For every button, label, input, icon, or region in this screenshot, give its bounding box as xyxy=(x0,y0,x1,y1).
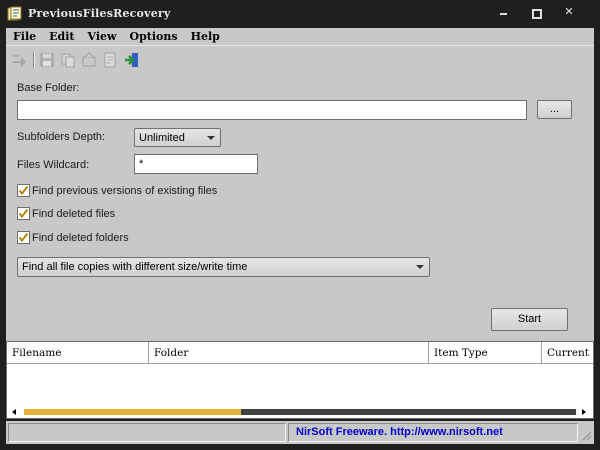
column-header-filename[interactable]: Filename xyxy=(7,342,149,364)
scroll-left-icon[interactable] xyxy=(12,409,16,415)
scrollbar-track[interactable] xyxy=(241,409,576,415)
find-previous-versions-label: Find previous versions of existing files xyxy=(32,184,218,197)
window-title: PreviousFilesRecovery xyxy=(28,7,171,20)
minimize-button[interactable] xyxy=(490,2,518,22)
find-previous-versions-checkbox[interactable] xyxy=(17,184,30,197)
find-deleted-files-label: Find deleted files xyxy=(32,207,116,220)
base-folder-input[interactable] xyxy=(17,100,527,120)
maximize-button[interactable] xyxy=(521,2,549,22)
subfolders-depth-select[interactable]: Unlimited xyxy=(134,128,221,147)
browse-button[interactable]: ... xyxy=(537,100,572,119)
app-window: PreviousFilesRecovery ✕ File Edit View O… xyxy=(0,0,600,450)
toolbar xyxy=(6,45,594,73)
column-header-current[interactable]: Current xyxy=(542,342,593,364)
save-icon[interactable] xyxy=(39,52,55,68)
subfolders-depth-label: Subfolders Depth: xyxy=(17,131,106,143)
nirsoft-link[interactable]: NirSoft Freeware. http://www.nirsoft.net xyxy=(296,426,503,438)
results-list[interactable]: Filename Folder Item Type Current xyxy=(6,341,594,419)
find-deleted-files-checkbox[interactable] xyxy=(17,207,30,220)
find-deleted-folders-checkbox[interactable] xyxy=(17,231,30,244)
title-bar[interactable]: PreviousFilesRecovery ✕ xyxy=(0,0,600,28)
resize-grip-icon[interactable] xyxy=(580,429,592,441)
html-report-icon[interactable] xyxy=(102,52,118,68)
menu-view[interactable]: View xyxy=(81,28,123,45)
start-arrow-icon[interactable] xyxy=(11,52,27,68)
start-button[interactable]: Start xyxy=(491,308,568,331)
files-wildcard-input[interactable]: * xyxy=(134,154,258,174)
chevron-down-icon xyxy=(416,265,424,269)
find-previous-versions-checkbox-row[interactable]: Find previous versions of existing files xyxy=(17,184,217,197)
scrollbar-thumb[interactable] xyxy=(24,409,241,415)
menu-file[interactable]: File xyxy=(6,28,42,45)
checkmark-icon xyxy=(18,185,29,196)
column-header-folder[interactable]: Folder xyxy=(149,342,429,364)
menu-edit[interactable]: Edit xyxy=(42,28,80,45)
subfolders-depth-value: Unlimited xyxy=(139,132,185,144)
properties-icon[interactable] xyxy=(81,52,97,68)
exit-icon[interactable] xyxy=(124,52,140,68)
find-deleted-folders-checkbox-row[interactable]: Find deleted folders xyxy=(17,231,129,244)
menu-bar: File Edit View Options Help xyxy=(6,28,594,45)
find-mode-select[interactable]: Find all file copies with different size… xyxy=(17,257,430,277)
files-wildcard-label: Files Wildcard: xyxy=(17,159,90,171)
menu-options[interactable]: Options xyxy=(123,28,184,45)
copy-icon[interactable] xyxy=(60,52,76,68)
checkmark-icon xyxy=(18,232,29,243)
close-button[interactable]: ✕ xyxy=(555,2,583,22)
scroll-right-icon[interactable] xyxy=(582,409,586,415)
toolbar-separator xyxy=(33,51,35,69)
menu-help[interactable]: Help xyxy=(184,28,226,45)
column-header-item-type[interactable]: Item Type xyxy=(429,342,542,364)
find-mode-value: Find all file copies with different size… xyxy=(22,261,248,273)
horizontal-scrollbar[interactable] xyxy=(7,405,593,418)
checkmark-icon xyxy=(18,208,29,219)
options-panel: Base Folder: ... Subfolders Depth: Unlim… xyxy=(6,73,594,341)
find-deleted-folders-label: Find deleted folders xyxy=(32,231,129,244)
status-bar: NirSoft Freeware. http://www.nirsoft.net xyxy=(6,421,594,444)
chevron-down-icon xyxy=(207,136,215,140)
find-deleted-files-checkbox-row[interactable]: Find deleted files xyxy=(17,207,115,220)
app-icon xyxy=(7,6,22,21)
base-folder-label: Base Folder: xyxy=(17,82,80,94)
status-cell-items xyxy=(8,423,286,442)
